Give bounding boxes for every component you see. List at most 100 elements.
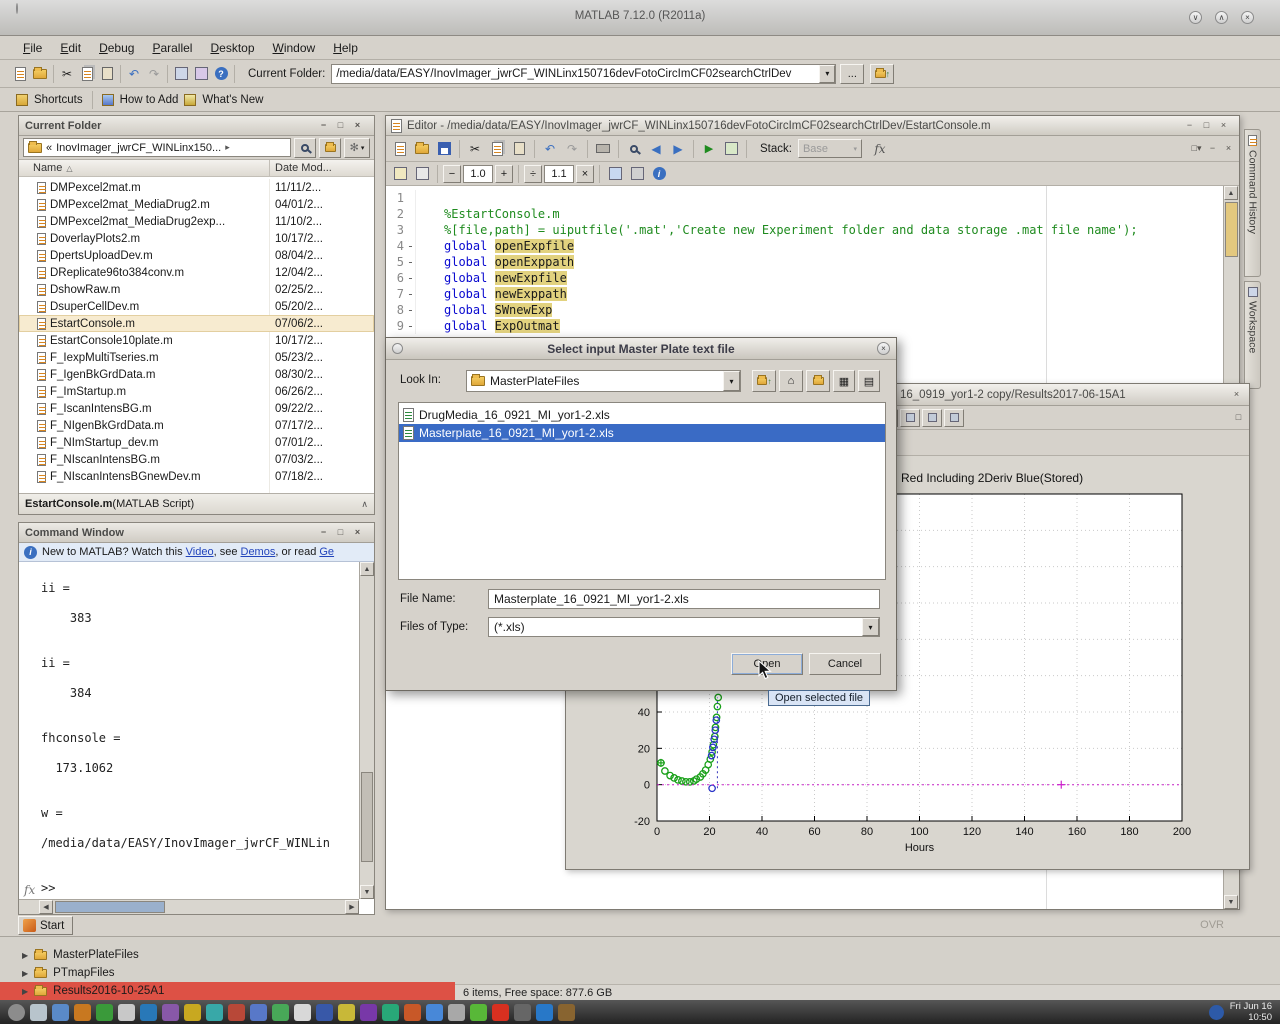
scroll-up-icon[interactable]: ▲ <box>360 562 374 576</box>
code-line[interactable]: 8-global SWnewExp <box>386 302 1223 318</box>
taskbar-app-icon[interactable] <box>404 1004 421 1021</box>
taskbar-app-icon[interactable] <box>96 1004 113 1021</box>
shortcuts-label[interactable]: Shortcuts <box>34 94 83 106</box>
taskbar-app-icon[interactable] <box>382 1004 399 1021</box>
file-row[interactable]: F_IgenBkGrdData.m 08/30/2... <box>19 366 374 383</box>
file-row[interactable]: F_ImStartup.m 06/26/2... <box>19 383 374 400</box>
cell-divider-button[interactable] <box>412 164 432 184</box>
taskbar-app-icon[interactable] <box>272 1004 289 1021</box>
browse-folder-button[interactable]: ... <box>840 64 864 84</box>
taskbar-app-icon[interactable] <box>448 1004 465 1021</box>
taskbar-app-icon[interactable] <box>74 1004 91 1021</box>
file-row[interactable]: DMPexcel2mat_MediaDrug2.m 04/01/2... <box>19 196 374 213</box>
taskbar-launcher-icon[interactable] <box>8 1004 25 1021</box>
info-button[interactable]: i <box>649 164 669 184</box>
file-row[interactable]: DsuperCellDev.m 05/20/2... <box>19 298 374 315</box>
files-of-type-dropdown-icon[interactable]: ▾ <box>862 618 879 636</box>
file-name-input[interactable]: Masterplate_16_0921_MI_yor1-2.xls <box>488 589 880 609</box>
dock-icon[interactable]: − <box>317 526 330 539</box>
dialog-file-list[interactable]: DrugMedia_16_0921_MI_yor1-2.xls Masterpl… <box>398 402 886 580</box>
scrollbar-thumb[interactable] <box>1225 202 1238 257</box>
video-link[interactable]: Video <box>186 546 214 558</box>
file-row[interactable]: F_IscanIntensBG.m 09/22/2... <box>19 400 374 417</box>
scroll-down-icon[interactable]: ▼ <box>1224 895 1238 909</box>
stack-combobox[interactable]: Base▾ <box>798 139 862 158</box>
undock-icon[interactable]: □ <box>1200 119 1213 132</box>
figure-tool-icon[interactable] <box>900 409 920 427</box>
whats-new-link[interactable]: What's New <box>202 94 263 106</box>
cancel-button[interactable]: Cancel <box>809 653 881 675</box>
current-folder-dropdown-icon[interactable]: ▾ <box>819 65 835 83</box>
taskbar-app-icon[interactable] <box>316 1004 333 1021</box>
menu-edit[interactable]: Edit <box>51 41 90 55</box>
taskbar-app-icon[interactable] <box>338 1004 355 1021</box>
editor-titlebar[interactable]: Editor - /media/data/EASY/InovImager_jwr… <box>386 116 1239 136</box>
start-button[interactable]: Start <box>18 916 73 935</box>
multiply-value-button[interactable]: × <box>576 165 594 183</box>
scroll-up-icon[interactable]: ▲ <box>1224 186 1238 200</box>
undock-icon[interactable]: □ <box>334 526 347 539</box>
actions-menu-button[interactable]: ✻▾ <box>344 138 370 158</box>
copy-button[interactable] <box>77 64 97 84</box>
new-file-button[interactable] <box>390 139 410 159</box>
files-of-type-combobox[interactable]: (*.xls) ▾ <box>488 617 880 637</box>
code-line[interactable]: 2%EstartConsole.m <box>386 206 1223 222</box>
file-row[interactable]: DReplicate96to384conv.m 12/04/2... <box>19 264 374 281</box>
fm-tree-item[interactable]: ▶ PTmapFiles <box>0 964 455 982</box>
go-back-button[interactable]: ◀ <box>646 139 666 159</box>
open-file-button[interactable] <box>30 64 50 84</box>
menu-desktop[interactable]: Desktop <box>201 41 263 55</box>
decrease-value-button[interactable]: − <box>443 165 461 183</box>
look-in-combobox[interactable]: MasterPlateFiles ▾ <box>466 370 741 392</box>
breadcrumb-collapse[interactable]: « <box>46 142 52 154</box>
code-line[interactable]: 6-global newExpfile <box>386 270 1223 286</box>
layout-menu-icon[interactable]: □▾ <box>1190 142 1203 155</box>
scroll-right-icon[interactable]: ▶ <box>345 900 359 914</box>
look-in-dropdown-icon[interactable]: ▾ <box>723 371 740 391</box>
dialog-close-button[interactable]: × <box>877 342 890 355</box>
undo-button[interactable]: ↶ <box>124 64 144 84</box>
file-list-header[interactable]: Name △ Date Mod... <box>19 160 374 177</box>
file-row[interactable]: EstartConsole10plate.m 10/17/2... <box>19 332 374 349</box>
current-folder-combobox[interactable]: /media/data/EASY/InovImager_jwrCF_WINLin… <box>331 64 836 84</box>
scroll-left-icon[interactable]: ◀ <box>39 900 53 914</box>
scrollbar-thumb[interactable] <box>55 901 165 913</box>
guide-button[interactable] <box>191 64 211 84</box>
close-icon[interactable]: × <box>1217 119 1230 132</box>
new-folder-button[interactable] <box>319 138 341 158</box>
demos-link[interactable]: Demos <box>241 546 276 558</box>
close-icon[interactable]: × <box>1230 388 1243 401</box>
save-button[interactable] <box>434 139 454 159</box>
file-row[interactable]: F_NIscanIntensBGnewDev.m 07/18/2... <box>19 468 374 485</box>
file-row[interactable]: DMPexcel2mat.m 11/11/2... <box>19 179 374 196</box>
redo-button[interactable]: ↷ <box>562 139 582 159</box>
menu-file[interactable]: File <box>14 41 51 55</box>
file-row[interactable]: F_NImStartup_dev.m 07/01/2... <box>19 434 374 451</box>
cell-value-input[interactable]: 1.0 <box>463 165 493 183</box>
menu-parallel[interactable]: Parallel <box>143 41 201 55</box>
breadcrumb[interactable]: « InovImager_jwrCF_WINLinx150... ▸ <box>23 138 291 157</box>
code-line[interactable]: 5-global openExppath <box>386 254 1223 270</box>
file-row[interactable]: F_IexpMultiTseries.m 05/23/2... <box>19 349 374 366</box>
file-row[interactable]: DpertsUploadDev.m 08/04/2... <box>19 247 374 264</box>
figure-tool-icon[interactable] <box>922 409 942 427</box>
taskbar-app-icon[interactable] <box>426 1004 443 1021</box>
pin-icon[interactable]: − <box>1206 142 1219 155</box>
getting-started-link[interactable]: Ge <box>319 546 334 558</box>
file-row[interactable]: DoverlayPlots2.m 10/17/2... <box>19 230 374 247</box>
taskbar-app-icon[interactable] <box>118 1004 135 1021</box>
dialog-file-row[interactable]: DrugMedia_16_0921_MI_yor1-2.xls <box>399 406 885 424</box>
scrollbar-thumb[interactable] <box>361 772 373 862</box>
list-view-button[interactable]: ▤ <box>858 370 880 392</box>
fm-tree-item[interactable]: ▶ MasterPlateFiles <box>0 946 455 964</box>
window-close-button[interactable]: × <box>1241 11 1254 24</box>
file-row[interactable]: DshowRaw.m 02/25/2... <box>19 281 374 298</box>
run-section-button[interactable] <box>721 139 741 159</box>
figure-tool-icon[interactable] <box>944 409 964 427</box>
dialog-titlebar[interactable]: Select input Master Plate text file × <box>386 338 896 360</box>
taskbar-app-icon[interactable] <box>228 1004 245 1021</box>
column-divider[interactable] <box>269 160 270 176</box>
console-horizontal-scrollbar[interactable]: ◀ ▶ <box>19 899 359 914</box>
taskbar-app-icon[interactable] <box>184 1004 201 1021</box>
date-column-header[interactable]: Date Mod... <box>275 162 332 174</box>
